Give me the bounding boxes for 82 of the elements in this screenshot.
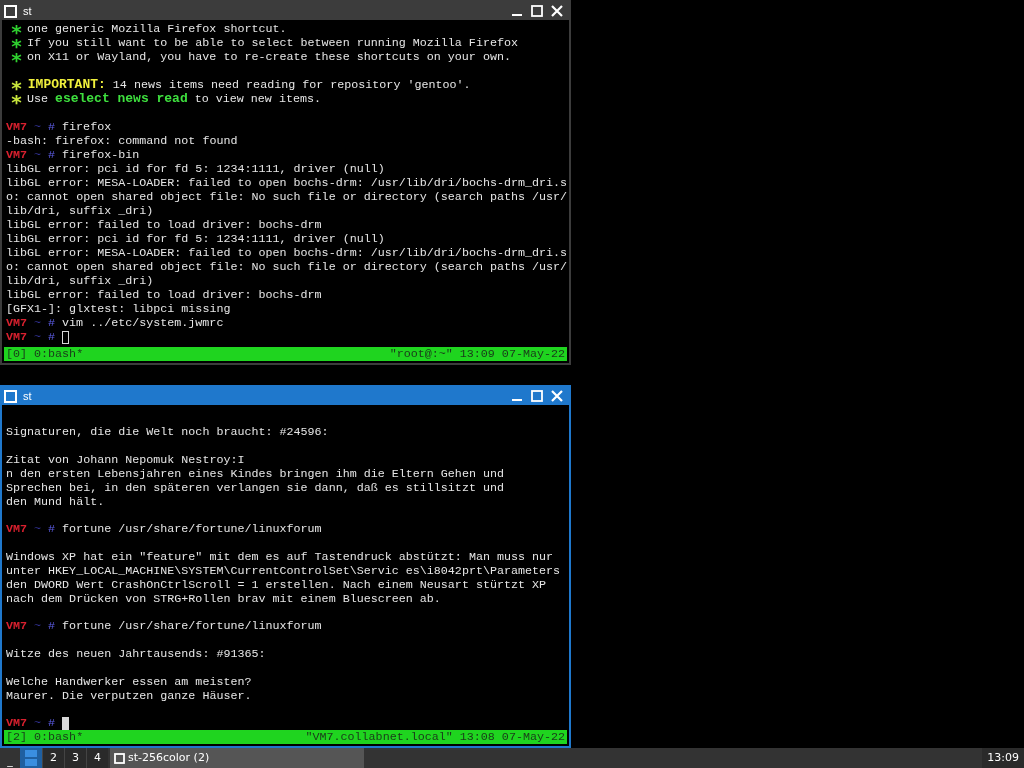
- terminal-text: to view new items.: [193, 92, 321, 106]
- workspace-button[interactable]: 3: [64, 748, 86, 768]
- terminal-line: Signaturen, die die Welt noch braucht: #24596:: [6, 425, 330, 440]
- prompt-path: ~: [34, 330, 42, 344]
- task-button[interactable]: st-256color (2): [110, 748, 364, 768]
- terminal-line: libGL error: pci id for fd 5: 1234:1111, driver (null): [6, 232, 386, 246]
- terminal-command: vim ../etc/system.jwmrc: [62, 316, 224, 330]
- prompt-host: VM7: [6, 120, 28, 134]
- status-left: [2] 0:bash*: [6, 730, 84, 745]
- terminal-text: *: [13, 22, 20, 36]
- prompt-path: ~: [34, 522, 42, 537]
- prompt-host: VM7: [6, 316, 28, 330]
- status-right: "root@:~" 13:09 07-May-22: [389, 347, 565, 361]
- terminal-text: IMPORTANT:: [26, 78, 106, 92]
- terminal-line: den DWORD Wert CrashOnCtrlScroll = 1 erstellen. Nach einem Neusart stürtzt XP: [6, 577, 548, 592]
- pager-icon: [25, 750, 37, 766]
- terminal-line: unter HKEY_LOCAL_MACHINE\SYSTEM\CurrentControlSet\Servic es\i8042prt\Parameters: [6, 563, 562, 578]
- prompt-sign: #: [48, 716, 56, 731]
- terminal-text: eselect news read: [55, 92, 188, 106]
- terminal-text: *: [13, 36, 20, 50]
- terminal-line: Witze des neuen Jahrtausends: #91365:: [6, 647, 267, 661]
- terminal-line: o: cannot open shared object file: No such file or directory (search paths /usr/: [6, 190, 565, 204]
- terminal-line: o: cannot open shared object file: No such file or directory (search paths /usr/: [6, 260, 565, 274]
- prompt-sign: #: [48, 120, 56, 134]
- clock: 13:09: [982, 748, 1024, 768]
- prompt-path: ~: [34, 716, 42, 731]
- window-icon: [114, 752, 125, 764]
- terminal-text: *: [13, 50, 20, 64]
- terminal-text: If you still want to be able to select between running Mozilla Firefox: [26, 36, 518, 50]
- workspace-button[interactable]: 2: [42, 748, 64, 768]
- prompt-sign: #: [48, 619, 56, 634]
- terminal-line: Maurer. Die verputzen ganze Häuser.: [6, 688, 253, 703]
- close-icon[interactable]: [550, 4, 564, 18]
- prompt-path: ~: [34, 148, 42, 162]
- prompt-sign: #: [48, 148, 56, 162]
- terminal-line: libGL error: MESA-LOADER: failed to open bochs-drm: /usr/lib/dri/bochs-drm_dri.s: [6, 176, 565, 190]
- maximize-icon[interactable]: [530, 4, 544, 18]
- prompt-sign: #: [48, 316, 56, 330]
- terminal-line: Sprechen bei, in den späteren verlangen sie dann, daß es stillsitzt und: [6, 480, 505, 495]
- prompt-host: VM7: [6, 619, 28, 634]
- terminal-command: fortune /usr/share/fortune/linuxforum: [62, 522, 322, 537]
- terminal-line: libGL error: failed to load driver: bochs-drm: [6, 288, 323, 302]
- terminal-line: -bash: firefox: command not found: [6, 134, 239, 148]
- terminal-text: *: [13, 78, 20, 92]
- terminal-text: on X11 or Wayland, you have to re-create these shortcuts on your own.: [26, 50, 511, 64]
- terminal-text: one generic Mozilla Firefox shortcut.: [26, 22, 287, 36]
- prompt-sign: #: [48, 330, 56, 344]
- terminal-line: nach dem Drücken von STRG+Rollen brav mit einem Bluescreen ab.: [6, 591, 442, 606]
- prompt-path: ~: [34, 316, 42, 330]
- status-left: [0] 0:bash*: [6, 347, 84, 361]
- prompt-sign: #: [48, 522, 56, 537]
- terminal-command: firefox: [62, 120, 112, 134]
- terminal-line: libGL error: pci id for fd 5: 1234:1111, driver (null): [6, 162, 386, 176]
- terminal-line: lib/dri, suffix _dri): [6, 274, 155, 288]
- terminal-line: Zitat von Johann Nepomuk Nestroy:I: [6, 452, 246, 467]
- prompt-path: ~: [34, 120, 42, 134]
- terminal-command: firefox-bin: [62, 148, 140, 162]
- terminal-line: Welche Handwerker essen am meisten?: [6, 674, 253, 689]
- terminal-text: 14 news items need reading for repository 'gentoo'.: [111, 78, 471, 92]
- workspace-button[interactable]: 4: [86, 748, 108, 768]
- minimize-all-button[interactable]: _: [0, 748, 20, 768]
- terminal-command: fortune /usr/share/fortune/linuxforum: [62, 619, 322, 634]
- terminal-line: lib/dri, suffix _dri): [6, 204, 155, 218]
- terminal-line: [GFX1-]: glxtest: libpci missing: [6, 302, 232, 316]
- window-icon: [4, 389, 17, 403]
- window-title: st: [23, 388, 32, 404]
- terminal-text: *: [13, 92, 20, 106]
- prompt-path: ~: [34, 619, 42, 634]
- status-right: "VM7.collabnet.local" 13:08 07-May-22: [305, 730, 565, 745]
- prompt-host: VM7: [6, 148, 28, 162]
- prompt-host: VM7: [6, 330, 28, 344]
- terminal-line: libGL error: failed to load driver: bochs-drm: [6, 218, 323, 232]
- terminal-text: Use: [26, 92, 50, 106]
- prompt-host: VM7: [6, 522, 28, 537]
- terminal-line: n den ersten Lebensjahren eines Kindes bringen ihm die Eltern Gehen und: [6, 466, 505, 481]
- terminal-line: libGL error: MESA-LOADER: failed to open bochs-drm: /usr/lib/dri/bochs-drm_dri.s: [6, 246, 565, 260]
- terminal-line: den Mund hält.: [6, 494, 106, 509]
- window-title: st: [23, 3, 32, 19]
- window-icon: [4, 4, 17, 18]
- prompt-host: VM7: [6, 716, 28, 731]
- maximize-icon[interactable]: [530, 389, 544, 403]
- terminal-line: Windows XP hat ein "feature" mit dem es auf Tastendruck abstützt: Man muss nur: [6, 549, 555, 564]
